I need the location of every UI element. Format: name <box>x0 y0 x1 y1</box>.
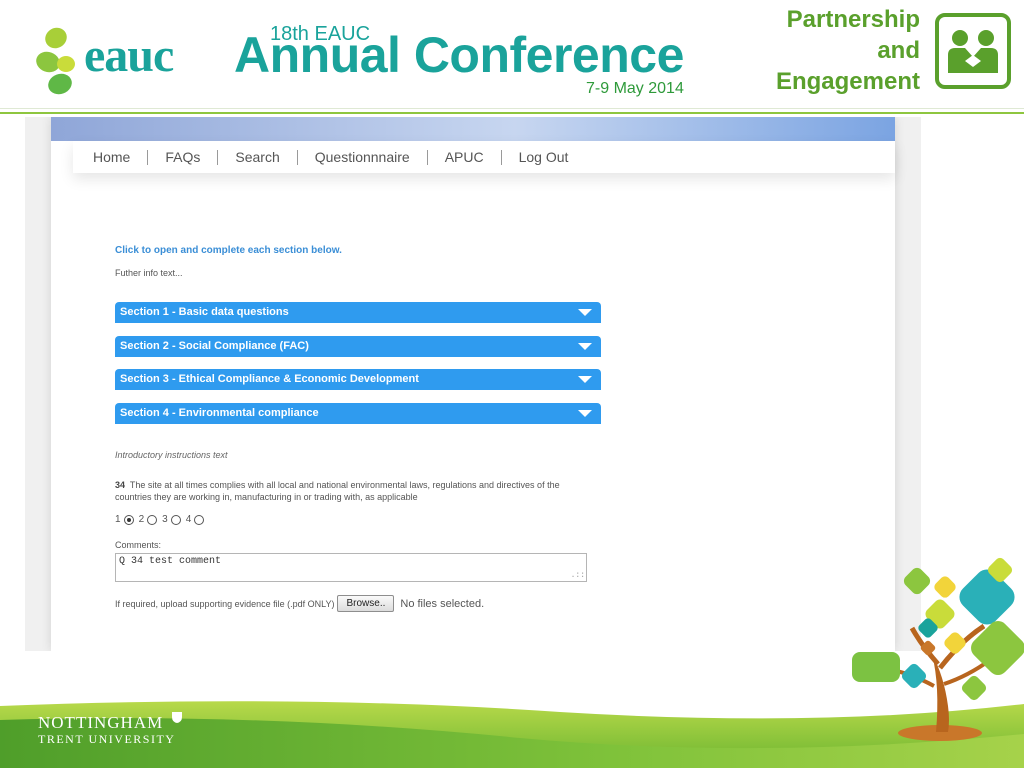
partnership-line: Engagement <box>775 68 920 95</box>
question-number: 34 <box>115 480 126 490</box>
nav-faqs[interactable]: FAQs <box>148 149 219 165</box>
radio-label: 2 <box>138 514 145 525</box>
radio-label: 3 <box>162 514 168 525</box>
tree-illustration <box>852 557 1024 741</box>
browse-button[interactable]: Browse.. <box>337 595 395 612</box>
upload-label: If required, upload supporting evidence … <box>115 598 335 609</box>
section-3-header[interactable]: Section 3 - Ethical Compliance & Economi… <box>115 369 601 390</box>
chevron-down-icon <box>578 309 592 316</box>
radio-label: 4 <box>185 514 192 525</box>
radio-button[interactable] <box>170 514 181 525</box>
ntu-subname: TRENT UNIVERSITY <box>38 732 176 746</box>
nav-home[interactable]: Home <box>93 149 149 165</box>
radio-option-3: 3 <box>162 514 184 525</box>
radio-option-1: 1 <box>115 514 137 525</box>
questionnaire-screenshot: Home FAQs Search Questionnnaire APUC Log… <box>25 117 921 651</box>
comments-value: Q 34 test comment <box>119 556 222 567</box>
radio-button[interactable] <box>194 514 205 525</box>
nav-questionnaire[interactable]: Questionnnaire <box>298 149 428 165</box>
section-4-header[interactable]: Section 4 - Environmental compliance <box>115 403 601 424</box>
section-1-header[interactable]: Section 1 - Basic data questions <box>115 302 601 323</box>
header-divider-light <box>0 108 1024 109</box>
radio-button[interactable] <box>147 514 158 525</box>
partnership-line: and <box>877 37 920 64</box>
comments-label: Comments: <box>115 540 162 550</box>
header-divider <box>0 112 1024 114</box>
ntu-shield-icon <box>172 712 182 723</box>
upload-row: If required, upload supporting evidence … <box>115 595 484 612</box>
question-text: 34 The site at all times complies with a… <box>115 479 585 503</box>
open-sections-link[interactable]: Click to open and complete each section … <box>115 245 342 256</box>
conference-title: Annual Conference <box>234 27 684 83</box>
nav-search[interactable]: Search <box>218 149 298 165</box>
radio-option-4: 4 <box>186 514 208 525</box>
nav-apuc[interactable]: APUC <box>428 149 502 165</box>
nav-logout[interactable]: Log Out <box>502 149 586 165</box>
rating-radio-group: 1 2 3 4 <box>115 514 209 525</box>
resize-grip-icon[interactable]: .:: <box>571 572 585 580</box>
chevron-down-icon <box>578 343 592 350</box>
introductory-instructions: Introductory instructions text <box>115 450 228 460</box>
section-1-label: Section 1 - Basic data questions <box>120 306 289 318</box>
ntu-logo: NOTTINGHAM TRENT UNIVERSITY <box>38 713 176 747</box>
section-2-label: Section 2 - Social Compliance (FAC) <box>120 340 309 352</box>
further-info-text: Futher info text... <box>115 268 183 278</box>
chevron-down-icon <box>578 410 592 417</box>
radio-label: 1 <box>115 514 121 525</box>
radio-button[interactable] <box>123 514 134 525</box>
comments-textarea[interactable]: Q 34 test comment .:: <box>115 553 587 582</box>
site-banner <box>51 117 895 141</box>
partnership-line: Partnership <box>786 6 920 33</box>
conference-dates: 7-9 May 2014 <box>586 80 684 97</box>
file-status: No files selected. <box>400 597 485 610</box>
radio-option-2: 2 <box>139 514 161 525</box>
ntu-name: NOTTINGHAM <box>38 713 164 732</box>
section-2-header[interactable]: Section 2 - Social Compliance (FAC) <box>115 336 601 357</box>
section-3-label: Section 3 - Ethical Compliance & Economi… <box>120 373 419 385</box>
eauc-logo-text: eauc <box>84 29 174 82</box>
main-nav: Home FAQs Search Questionnnaire APUC Log… <box>73 141 895 173</box>
handshake-icon <box>935 13 1011 89</box>
section-4-label: Section 4 - Environmental compliance <box>120 407 319 419</box>
page-container: Home FAQs Search Questionnnaire APUC Log… <box>51 117 895 651</box>
partnership-heading: Partnership and Engagement <box>740 4 920 97</box>
question-body: The site at all times complies with all … <box>115 480 560 502</box>
chevron-down-icon <box>578 376 592 383</box>
